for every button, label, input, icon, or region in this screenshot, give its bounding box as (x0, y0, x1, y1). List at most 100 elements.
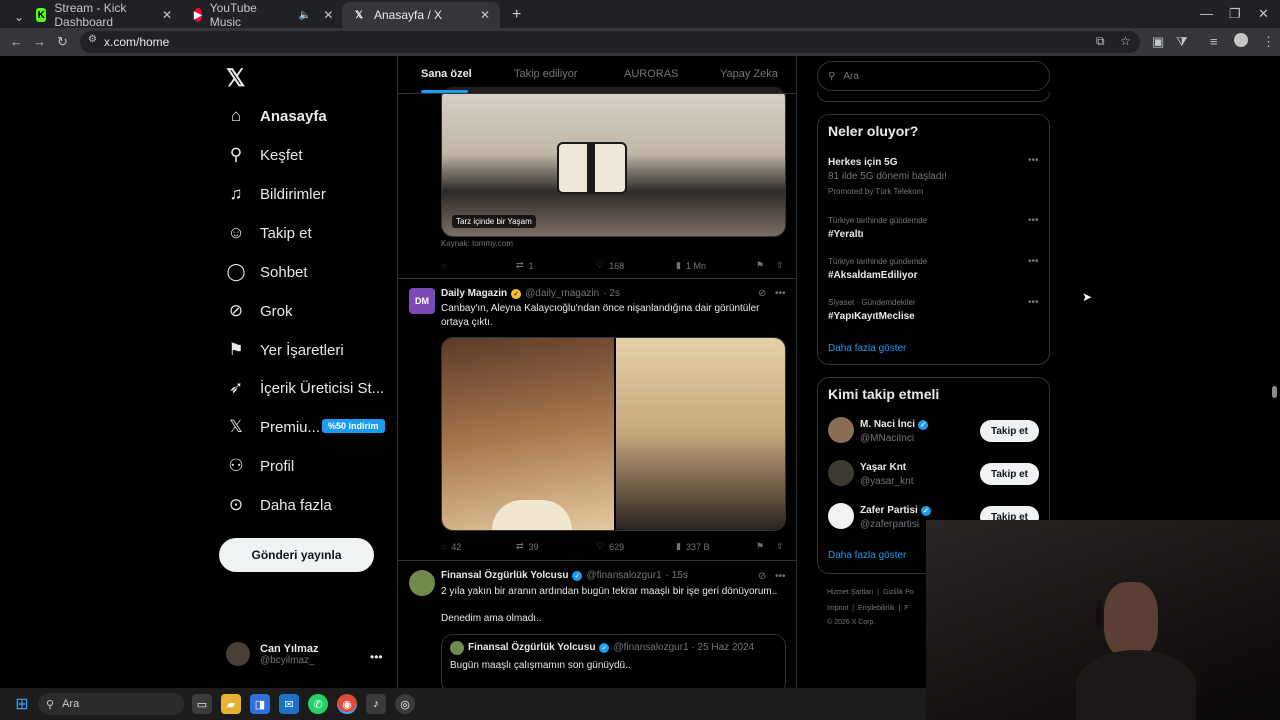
install-icon[interactable]: ⧉ (1096, 34, 1105, 49)
post-image[interactable]: Tarz içinde bir Yaşam (441, 86, 786, 237)
account-more-icon[interactable]: ••• (370, 650, 383, 664)
mail-icon[interactable]: ✉ (279, 694, 299, 714)
suggestion-row[interactable]: Yaşar Knt @yasar_knt Takip et (828, 460, 1040, 492)
quoted-post[interactable]: Finansal Özgürlük Yolcusu ✓ @finansalozg… (441, 634, 786, 688)
store-icon[interactable]: ◨ (250, 694, 270, 714)
reply-action[interactable]: ◌ 42 (441, 542, 516, 552)
task-view-icon[interactable]: ▭ (192, 694, 212, 714)
extension-icon[interactable]: ▣ (1152, 34, 1164, 50)
post-source[interactable]: Kaynak: tommy.com (441, 239, 513, 248)
speaker-icon[interactable]: 🔈 (299, 10, 311, 21)
search-input[interactable]: ⚲ Ara (817, 61, 1050, 91)
avatar[interactable]: DM (409, 288, 435, 314)
share-action[interactable]: ⇧ (776, 541, 784, 552)
profile-avatar-icon[interactable] (1234, 33, 1248, 47)
follow-button[interactable]: Takip et (980, 420, 1039, 442)
extensions-puzzle-icon[interactable]: ⧩ (1176, 34, 1188, 50)
views-action[interactable]: ▮ 337 B (676, 541, 756, 552)
taskbar-search[interactable]: ⚲ Ara (38, 693, 184, 715)
footer-link[interactable]: Hizmet Şartları (827, 589, 873, 596)
nav-notifications[interactable]: ♫ Bildirimler (226, 179, 326, 209)
nav-bookmarks[interactable]: ⚑ Yer İşaretleri (226, 335, 343, 365)
post-time[interactable]: · 15s (666, 570, 688, 581)
like-action[interactable]: ♡ 168 (596, 260, 676, 271)
retweet-action[interactable]: ⇄ 1 (516, 260, 596, 271)
post-more-icon[interactable]: ••• (775, 571, 786, 582)
show-more-link[interactable]: Daha fazla göster (828, 550, 906, 561)
account-switcher[interactable]: Can Yılmaz @bcyilmaz_ (226, 642, 319, 666)
reload-icon[interactable]: ↻ (57, 34, 68, 50)
file-explorer-icon[interactable]: ▰ (221, 694, 241, 714)
close-icon[interactable]: ✕ (323, 8, 333, 22)
views-action[interactable]: ▮ 1 Mn (676, 260, 756, 271)
tab-auroras[interactable]: AURORAS (624, 68, 678, 80)
bookmark-star-icon[interactable]: ☆ (1120, 34, 1131, 48)
footer-link[interactable]: Imprint (827, 605, 848, 612)
forward-icon[interactable]: → (33, 34, 46, 49)
post-time[interactable]: · 2s (603, 288, 620, 299)
trend-more-icon[interactable]: ••• (1028, 256, 1039, 267)
nav-explore[interactable]: ⚲ Keşfet (226, 140, 303, 170)
windows-start-icon[interactable]: ⊞ (12, 694, 32, 714)
post-more-icon[interactable]: ••• (775, 288, 786, 299)
trend-name[interactable]: Herkes için 5G (828, 157, 897, 168)
back-icon[interactable]: ← (10, 34, 23, 49)
nav-more[interactable]: ⊙ Daha fazla (226, 490, 332, 520)
nav-follow[interactable]: ☺ Takip et (226, 218, 311, 248)
post-image[interactable] (441, 337, 786, 531)
author-handle[interactable]: @finansalozgur1 (586, 570, 661, 581)
nav-grok[interactable]: ⊘ Grok (226, 296, 293, 326)
scrollbar-thumb[interactable] (1272, 386, 1277, 398)
trend-name[interactable]: #Yeraltı (828, 229, 864, 240)
minimize-icon[interactable]: — (1200, 6, 1213, 21)
close-icon[interactable]: ✕ (162, 8, 172, 22)
browser-tab-youtube-music[interactable]: ▶ YouTube Music 🔈 ✕ (184, 1, 340, 29)
x-logo-icon[interactable]: 𝕏 (226, 64, 245, 93)
obs-icon[interactable]: ◎ (395, 694, 415, 714)
author-handle[interactable]: @daily_magazin (525, 288, 599, 299)
post-button[interactable]: Gönderi yayınla (219, 538, 374, 572)
grok-icon[interactable]: ⊘ (758, 571, 766, 582)
like-action[interactable]: ♡ 629 (596, 541, 676, 552)
nav-profile[interactable]: ⚇ Profil (226, 451, 294, 481)
new-tab-button[interactable]: + (502, 2, 531, 28)
nav-chat[interactable]: ◯ Sohbet (226, 257, 307, 287)
grok-icon[interactable]: ⊘ (758, 288, 766, 299)
author-name[interactable]: Finansal Özgürlük Yolcusu (441, 570, 568, 581)
nav-creator-studio[interactable]: ➶ İçerik Üreticisi St... (226, 373, 384, 403)
media-control-icon[interactable]: ≡ (1210, 34, 1218, 49)
suggestion-row[interactable]: M. Naci İnci ✓ @MNaciInci Takip et (828, 417, 1040, 449)
nav-premium[interactable]: 𝕏 Premiu... (226, 412, 320, 442)
footer-link[interactable]: Erişilebilirlik (858, 605, 895, 612)
tab-yapay-zeka[interactable]: Yapay Zeka (720, 68, 778, 80)
tab-following[interactable]: Takip ediliyor (514, 68, 578, 80)
browser-tab-x[interactable]: 𝕏 Anasayfa / X ✕ (342, 2, 500, 28)
restore-icon[interactable]: ❐ (1229, 6, 1241, 22)
trend-name[interactable]: #YapıKayıtMeclise (828, 311, 915, 322)
footer-link[interactable]: F (904, 605, 908, 612)
whatsapp-icon[interactable]: ✆ (308, 694, 328, 714)
browser-tab-kick[interactable]: K Stream - Kick Dashboard ✕ (26, 1, 182, 29)
chrome-icon[interactable]: ◉ (337, 694, 357, 714)
bookmark-action[interactable]: ⚑ (756, 541, 776, 552)
trend-more-icon[interactable]: ••• (1028, 215, 1039, 226)
share-action[interactable]: ⇧ (776, 260, 784, 271)
menu-icon[interactable]: ⋮ (1262, 34, 1275, 50)
retweet-action[interactable]: ⇄ 39 (516, 541, 596, 552)
follow-button[interactable]: Takip et (980, 463, 1039, 485)
show-more-link[interactable]: Daha fazla göster (828, 343, 906, 354)
reply-action[interactable]: ◌ (441, 261, 516, 271)
trend-more-icon[interactable]: ••• (1028, 297, 1039, 308)
bookmark-action[interactable]: ⚑ (756, 260, 776, 271)
author-name[interactable]: Daily Magazin (441, 288, 507, 299)
site-info-icon[interactable]: ⚙ (88, 34, 97, 45)
address-bar[interactable]: ⚙ x.com/home ⧉ ☆ (80, 31, 1140, 53)
close-window-icon[interactable]: ✕ (1258, 6, 1269, 22)
footer-link[interactable]: Gizlilik Po (883, 589, 914, 596)
close-icon[interactable]: ✕ (480, 8, 490, 22)
avatar[interactable] (409, 570, 435, 596)
tab-for-you[interactable]: Sana özel (421, 68, 472, 80)
nav-home[interactable]: ⌂ Anasayfa (226, 101, 327, 131)
app-icon[interactable]: ♪ (366, 694, 386, 714)
trend-name[interactable]: #AksaİdamEdiliyor (828, 270, 917, 281)
